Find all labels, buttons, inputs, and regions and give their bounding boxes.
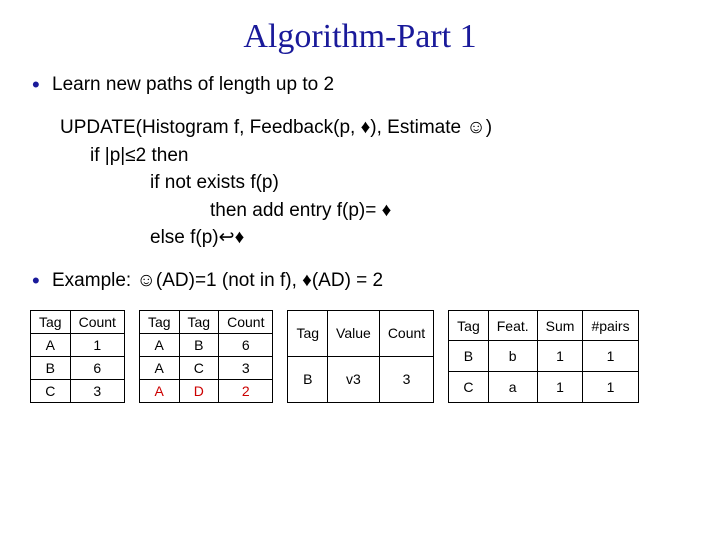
table-row-new: AD2: [139, 379, 273, 402]
table-row: Ca11: [449, 372, 638, 403]
table-row: AC3: [139, 356, 273, 379]
algorithm-block: UPDATE(Histogram f, Feedback(p, ♦), Esti…: [60, 114, 690, 252]
table-tag-tag-count: TagTagCount AB6 AC3 AD2: [139, 310, 274, 403]
algo-line-update: UPDATE(Histogram f, Feedback(p, ♦), Esti…: [60, 114, 690, 142]
tables-row: TagCount A1 B6 C3 TagTagCount AB6 AC3 AD…: [30, 310, 690, 403]
slide-title: Algorithm-Part 1: [30, 18, 690, 56]
algo-line-then-add: then add entry f(p)= ♦: [60, 197, 690, 225]
algo-line-else: else f(p)↩♦: [60, 224, 690, 252]
table-tag-feat-sum-pairs: TagFeat.Sum#pairs Bb11 Ca11: [448, 310, 638, 403]
algo-line-if-not-exists: if not exists f(p): [60, 169, 690, 197]
table-row: C3: [31, 379, 125, 402]
table-row: TagValueCount: [288, 310, 434, 356]
table-row: TagFeat.Sum#pairs: [449, 310, 638, 341]
table-row: Bb11: [449, 341, 638, 372]
table-row: A1: [31, 333, 125, 356]
table-row: TagTagCount: [139, 310, 273, 333]
bullet-example: Example: ☺(AD)=1 (not in f), ♦(AD) = 2: [30, 270, 690, 292]
table-tag-value-count: TagValueCount Bv33: [287, 310, 434, 403]
table-tag-count: TagCount A1 B6 C3: [30, 310, 125, 403]
table-row: Bv33: [288, 356, 434, 402]
algo-line-if-len: if |p|≤2 then: [60, 142, 690, 170]
table-row: B6: [31, 356, 125, 379]
table-row: TagCount: [31, 310, 125, 333]
table-row: AB6: [139, 333, 273, 356]
bullet-learn-paths: Learn new paths of length up to 2: [30, 74, 690, 96]
